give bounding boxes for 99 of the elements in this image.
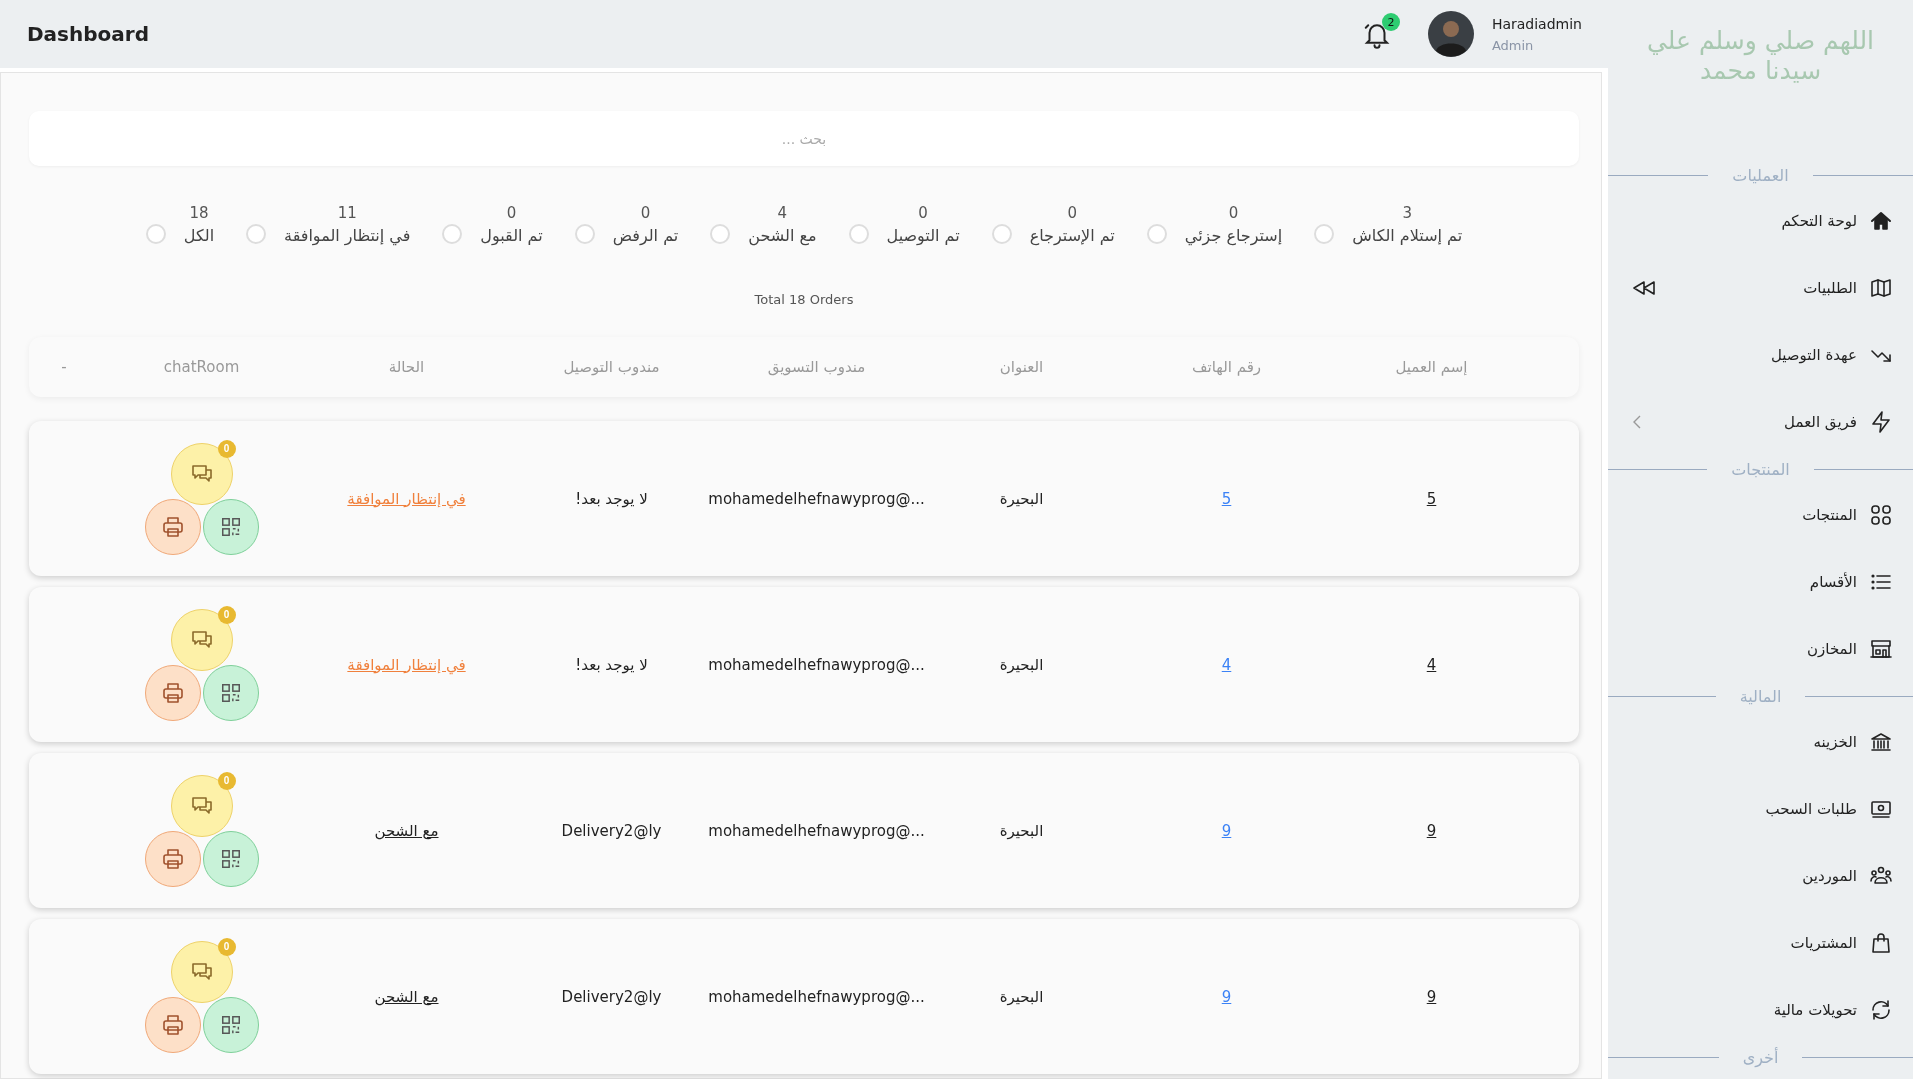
table-cell: mohamedelhefnawyprog@... [708,987,925,1006]
radio-button[interactable] [1314,224,1335,244]
section-title: أخرى [1741,1047,1780,1067]
radio-button[interactable] [848,224,869,244]
table-cell: mohamedelhefnawyprog@... [708,489,925,508]
chat-count-badge: 0 [217,937,236,956]
chat-count-badge: 0 [217,771,236,790]
column-header: chatRoom [162,358,241,376]
column-header: إسم العميل [1394,358,1469,376]
table-cell: Delivery2@ly [561,821,662,840]
column-header: رقم الهاتف [1190,358,1263,376]
radio-button[interactable] [145,224,166,244]
filter-label: تم الرفض [612,225,679,245]
radio-button[interactable] [1146,224,1167,244]
table-cell: البحيرة [999,655,1044,674]
column-header: العنوان [998,358,1045,376]
table-cell: لا يوجد بعد! [575,489,648,508]
qr-code-icon [219,681,242,704]
phone-link[interactable]: 9 [1221,821,1232,840]
sidebar-item[interactable]: تحويلات مالية [1773,1000,1857,1019]
lightning-icon [1869,409,1893,434]
radio-button[interactable] [246,224,267,244]
phone-link[interactable]: 5 [1221,489,1232,508]
table-cell: لا يوجد بعد! [575,655,648,674]
filter-count: 0 [506,203,517,222]
filter-count: 11 [337,203,357,222]
table-cell: mohamedelhefnawyprog@... [708,821,925,840]
radio-button[interactable] [574,224,595,244]
sidebar-item[interactable]: المنتجات [1802,505,1857,524]
sidebar-item[interactable]: المخازن [1807,639,1857,658]
radio-button[interactable] [710,224,731,244]
printer-icon [160,1012,185,1037]
qr-code-icon [219,847,242,870]
customer-name[interactable]: 9 [1426,821,1437,840]
filter-count: 0 [918,203,928,222]
grid-icon [1869,502,1893,527]
sidebar-item[interactable]: الأقسام [1809,572,1857,591]
sidebar-item[interactable]: الطلبيات [1803,278,1857,297]
table-cell: Delivery2@ly [561,987,662,1006]
user-role: Admin [1491,37,1535,53]
radio-button[interactable] [442,224,463,244]
phone-link[interactable]: 4 [1221,655,1232,674]
sidebar-item[interactable]: الخزينه [1813,732,1857,751]
qr-code-icon [219,515,242,538]
table-cell: البحيرة [999,821,1044,840]
radio-button[interactable] [991,224,1012,244]
table-cell: البحيرة [999,489,1044,508]
rewind-icon[interactable] [1632,279,1656,296]
column-header: الحالة [387,358,426,376]
sidebar-item[interactable]: المشتريات [1790,933,1857,952]
chat-count-badge: 0 [217,439,236,458]
customer-name[interactable]: 9 [1426,987,1437,1006]
filter-count: 0 [1067,203,1077,222]
phone-link[interactable]: 9 [1221,987,1232,1006]
chat-count-badge: 0 [217,605,236,624]
section-title: العمليات [1731,165,1790,185]
sidebar-item[interactable]: طلبات السحب [1765,799,1857,818]
customer-name[interactable]: 4 [1426,655,1437,674]
filter-label: تم التوصيل [886,225,960,245]
printer-icon [160,680,185,705]
table-cell: mohamedelhefnawyprog@... [708,655,925,674]
customer-name[interactable]: 5 [1426,489,1437,508]
filter-label: تم الإسترجاع [1029,225,1115,245]
filter-label: تم القبول [480,225,543,245]
notification-badge: 2 [1381,13,1400,31]
sidebar-item[interactable]: فريق العمل [1784,412,1857,431]
qr-code-icon [219,1013,242,1036]
filter-count: 4 [777,203,788,222]
shopping-bag-icon [1869,930,1893,955]
sidebar-item[interactable]: الموردين [1802,866,1857,885]
filter-label: في إنتظار الموافقة [284,225,411,245]
refresh-icon [1869,997,1893,1022]
sidebar-item[interactable]: عهدة التوصيل [1771,345,1857,364]
orders-total: Total 18 Orders [753,292,855,307]
filter-count: 0 [1228,203,1239,222]
filter-label: إسترجاع جزئي [1184,225,1283,245]
column-header: مندوب التوصيل [562,358,661,376]
page-title: Dashboard [27,22,150,46]
sidebar-blessing: اللهم صلي وسلم علي سيدنا محمد [1646,26,1875,85]
user-name: Haradiadmin [1491,15,1582,32]
filter-label: تم إستلام الكاش [1352,225,1463,245]
avatar[interactable] [1427,11,1474,57]
printer-icon [160,514,185,539]
filter-count: 0 [640,203,651,222]
printer-icon [160,846,185,871]
status-link[interactable]: مع الشحن [374,821,439,840]
filter-label: الكل [183,225,215,245]
column-header: مندوب التسويق [766,358,867,376]
filter-count: 18 [189,203,209,222]
table-cell: البحيرة [999,987,1044,1006]
chevron-icon[interactable] [1632,413,1642,430]
sidebar-item[interactable]: لوحة التحكم [1781,211,1857,230]
section-title: المالية [1738,686,1783,706]
search-field[interactable]: بحث ... [29,111,1579,166]
column-header: - [60,358,68,376]
status-link[interactable]: مع الشحن [374,987,439,1006]
section-title: المنتجات [1730,459,1791,479]
filter-label: مع الشحن [748,225,817,245]
filter-count: 3 [1402,203,1412,222]
